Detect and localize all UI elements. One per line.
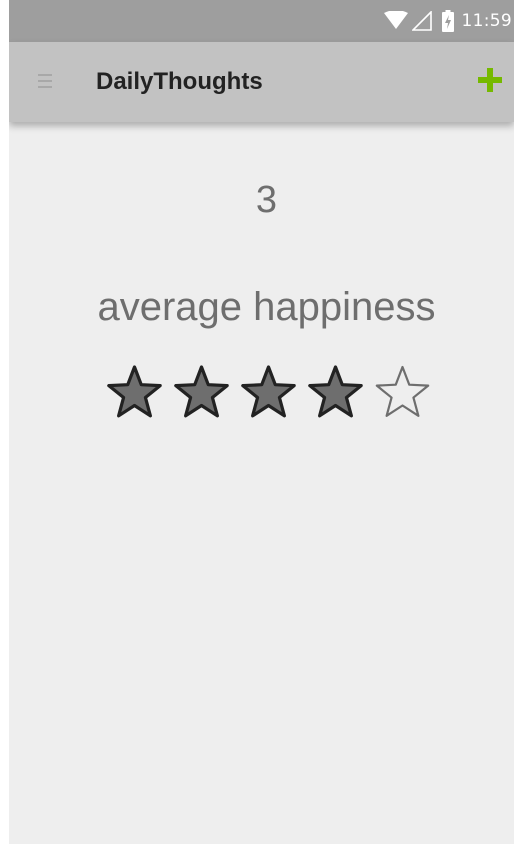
battery-charging-icon — [441, 10, 454, 32]
wifi-icon — [383, 11, 408, 31]
status-icons: 11:59 — [383, 0, 513, 42]
status-time: 11:59 — [461, 11, 512, 31]
star-filled-icon[interactable] — [235, 362, 302, 422]
status-bar: 11:59 — [9, 0, 514, 42]
summary-content: 3 average happiness — [9, 122, 514, 844]
average-happiness-label: average happiness — [97, 285, 436, 329]
cell-signal-icon — [411, 11, 432, 31]
star-filled-icon[interactable] — [101, 362, 168, 422]
add-button[interactable] — [476, 68, 504, 96]
app-bar: DailyThoughts — [9, 42, 514, 122]
star-filled-icon[interactable] — [168, 362, 235, 422]
app-screen: 11:59 DailyThoughts 3 average happiness — [9, 0, 514, 844]
star-empty-icon[interactable] — [369, 362, 436, 422]
happiness-rating-bar[interactable] — [101, 362, 436, 422]
average-happiness-value: 3 — [255, 179, 278, 221]
hamburger-menu-icon[interactable] — [35, 71, 55, 91]
plus-icon — [478, 68, 502, 96]
app-title: DailyThoughts — [96, 68, 263, 95]
star-filled-icon[interactable] — [302, 362, 369, 422]
